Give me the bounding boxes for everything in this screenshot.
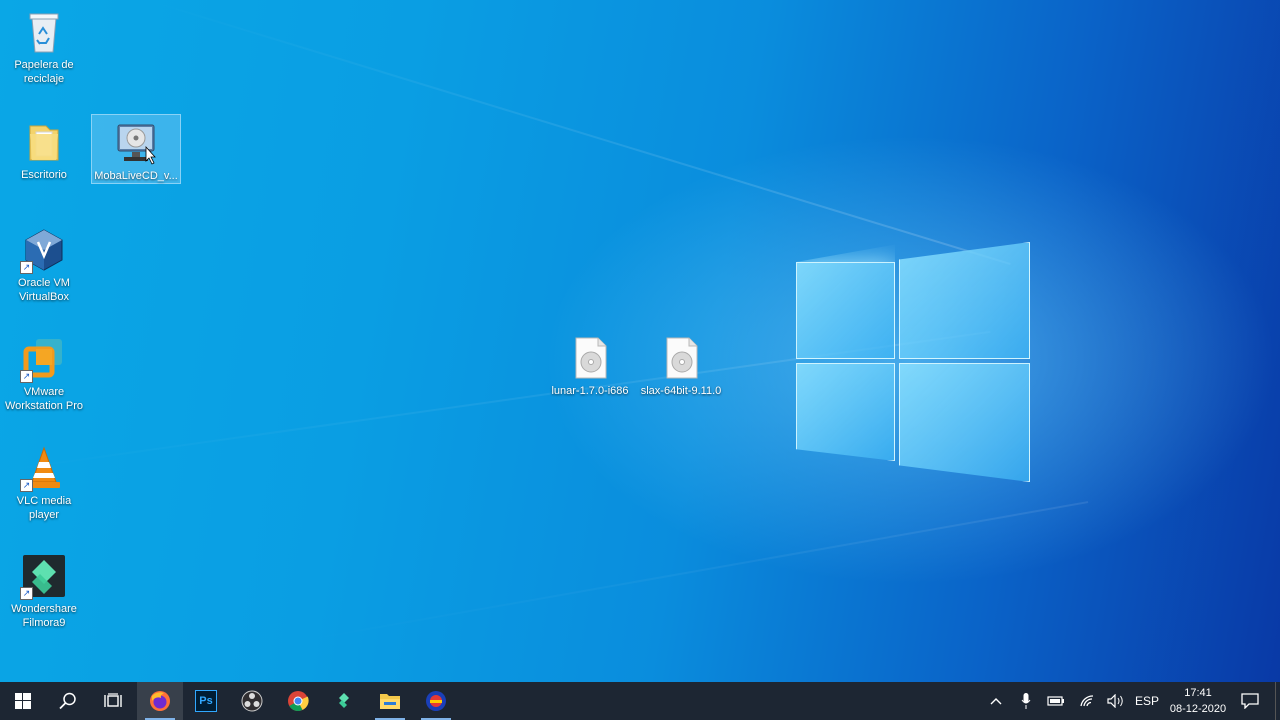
clock-time: 17:41 [1184,687,1212,699]
wifi-icon [1080,695,1094,707]
vmware-icon: ↗ [20,335,68,383]
logo-pane [899,242,1030,359]
shortcut-arrow-icon: ↗ [20,587,33,600]
desktop-icon-virtualbox[interactable]: ↗ Oracle VM VirtualBox [0,222,88,304]
icon-label: VLC media player [16,495,72,521]
desktop-icon-vlc[interactable]: ↗ VLC media player [0,440,88,522]
tray-battery[interactable] [1044,682,1068,720]
action-center-button[interactable] [1238,682,1262,720]
search-icon [59,692,76,710]
logo-pane [796,363,895,461]
chrome-icon [288,691,309,711]
tray-clock[interactable]: 17:41 08-12-2020 [1160,685,1236,717]
search-button[interactable] [45,682,91,720]
desktop-icon-mobalivecd[interactable]: MobaLiveCD_v... [91,114,181,184]
firefox-icon [150,691,170,711]
recorder-icon [426,691,446,711]
recycle-bin-icon [20,8,68,56]
icon-label: MobaLiveCD_v... [94,170,178,182]
icon-label: Oracle VM VirtualBox [18,277,70,303]
icon-label: slax-64bit-9.11.0 [640,385,722,397]
tray-language[interactable]: ESP [1133,682,1161,720]
taskbar-filmora[interactable] [321,682,367,720]
tray-wifi[interactable] [1075,682,1099,720]
desktop-icon-vmware[interactable]: ↗ VMware Workstation Pro [0,331,88,413]
desktop[interactable]: Papelera de reciclaje Escritorio MobaLiv… [0,0,1280,682]
icon-label: lunar-1.7.0-i686 [551,385,629,397]
taskbar-obs[interactable] [229,682,275,720]
icon-label: Wondershare Filmora9 [11,603,77,629]
taskbar-photoshop[interactable]: Ps [183,682,229,720]
battery-icon [1047,696,1064,706]
iso-file-icon [566,334,614,382]
start-button[interactable] [0,682,46,720]
desktop-icon-recycle-bin[interactable]: Papelera de reciclaje [0,4,88,86]
logo-pane [796,262,895,359]
vlc-icon: ↗ [20,444,68,492]
folder-icon [380,694,400,709]
taskbar-file-explorer[interactable] [367,682,413,720]
tray-microphone[interactable] [1015,682,1037,720]
windows-logo-icon [15,693,31,709]
desktop-icon-lunar-iso[interactable]: lunar-1.7.0-i686 [546,330,634,398]
folder-icon [20,118,68,166]
light-beam [149,0,1011,266]
icon-label: VMware Workstation Pro [4,386,84,412]
chevron-up-icon [990,698,1002,705]
desktop-icon-filmora[interactable]: ↗ Wondershare Filmora9 [0,548,88,630]
microphone-icon [1021,693,1031,709]
desktop-icon-escritorio[interactable]: Escritorio [0,114,88,182]
taskbar-recorder[interactable] [413,682,459,720]
taskbar: Ps ESP 17:41 08-12-2020 [0,682,1280,720]
shortcut-arrow-icon: ↗ [20,261,33,274]
task-view-icon [104,693,122,707]
speaker-icon [1107,694,1123,708]
shortcut-arrow-icon: ↗ [20,479,33,492]
clock-date: 08-12-2020 [1169,703,1227,715]
logo-pane [899,363,1030,482]
windows-wallpaper-logo [796,242,1030,482]
task-view-button[interactable] [90,682,136,720]
iso-file-icon [657,334,705,382]
icon-label: Papelera de reciclaje [14,59,74,85]
icon-label: Escritorio [21,169,67,181]
light-beam [300,501,1089,642]
taskbar-chrome[interactable] [275,682,321,720]
show-desktop-button[interactable] [1275,682,1280,720]
mobalivecd-icon [112,119,160,167]
virtualbox-icon: ↗ [20,226,68,274]
tray-overflow-button[interactable] [985,682,1007,720]
desktop-icon-slax-iso[interactable]: slax-64bit-9.11.0 [637,330,725,398]
notification-icon [1241,693,1259,709]
filmora-icon: ↗ [20,552,68,600]
photoshop-icon: Ps [195,690,217,712]
filmora-icon [339,693,349,708]
obs-icon [241,690,263,712]
tray-volume[interactable] [1104,682,1128,720]
shortcut-arrow-icon: ↗ [20,370,33,383]
taskbar-firefox[interactable] [137,682,183,720]
